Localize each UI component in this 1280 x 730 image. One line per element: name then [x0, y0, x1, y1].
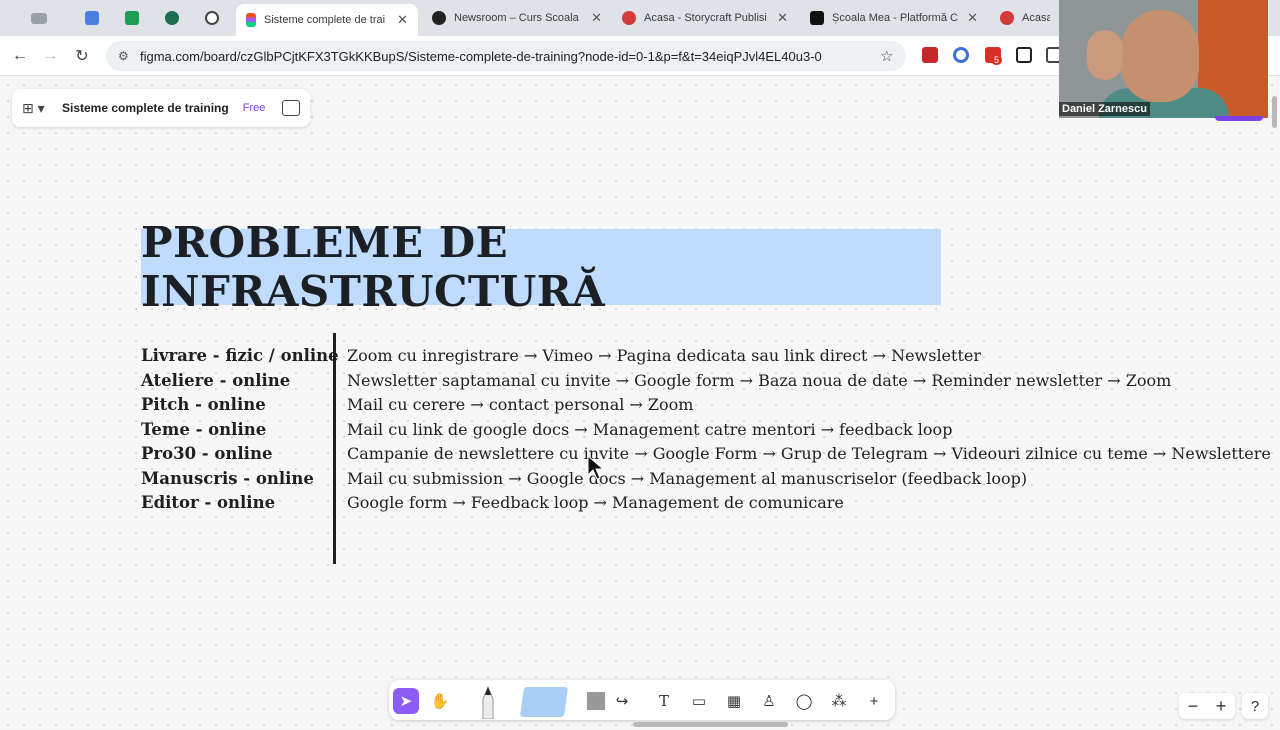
row-label: Editor - online [141, 493, 276, 512]
zoom-controls: − + [1179, 693, 1235, 719]
storycraft-icon [1000, 11, 1014, 25]
extension-icon[interactable] [953, 47, 969, 63]
url-text: figma.com/board/czGlbPCjtKFX3TGkKKBupS/S… [140, 48, 822, 64]
move-tool-icon[interactable]: ➤ [393, 688, 419, 714]
vertical-divider-line[interactable] [333, 333, 336, 564]
pinned-tab-sheets[interactable] [115, 4, 149, 32]
stamp-tool-icon[interactable]: ♙ [756, 688, 782, 714]
pages-panel-icon[interactable] [282, 100, 300, 116]
tab-title: Acasa - [1022, 12, 1050, 24]
file-name[interactable]: Sisteme complete de training [62, 101, 229, 115]
help-icon[interactable]: ? [1242, 693, 1268, 719]
row-flow: Newsletter saptamanal cu invite → Google… [347, 370, 1172, 390]
connector-tool-icon[interactable]: ↪ [609, 688, 635, 714]
close-tab-icon[interactable]: ✕ [397, 12, 408, 28]
zoom-in-icon[interactable]: + [1216, 696, 1227, 717]
hand-tool-icon[interactable]: ✋ [427, 688, 453, 714]
horizontal-scrollbar[interactable] [633, 722, 788, 727]
pinned-tab-chatgpt[interactable] [195, 4, 229, 32]
close-tab-icon[interactable]: ✕ [967, 10, 978, 26]
pinned-tab-app[interactable] [155, 4, 189, 32]
chatgpt-icon [205, 11, 219, 25]
presenter-name: Daniel Zarnescu [1059, 102, 1150, 116]
table-tool-icon[interactable]: ▦ [721, 688, 747, 714]
text-tool-icon[interactable]: T [651, 688, 677, 714]
tab-storycraft[interactable]: Acasa - Storycraft Publisi ✕ [612, 4, 798, 32]
scoala-icon [810, 11, 824, 25]
sheets-icon [125, 11, 139, 25]
row-label: Ateliere - online [141, 370, 291, 390]
row-flow: Mail cu submission → Google docs → Manag… [347, 468, 1028, 488]
storycraft-icon [622, 11, 636, 25]
tab-scoala-mea[interactable]: Școala Mea - Platformă C ✕ [800, 4, 988, 32]
row-flow: Campanie de newslettere cu invite → Goog… [347, 444, 1271, 463]
marker-tool-icon[interactable] [475, 684, 501, 720]
figma-icon [246, 13, 256, 27]
share-button[interactable] [1215, 116, 1263, 121]
vertical-scrollbar[interactable] [1272, 96, 1277, 128]
board-heading: PROBLEME DE INFRASTRUCTURĂ [141, 218, 606, 316]
flow-column[interactable]: Zoom cu inregistrare → Vimeo → Pagina de… [347, 344, 1271, 516]
tab-title: Newsroom – Curs Scoala [454, 12, 579, 24]
reload-icon[interactable]: ↻ [70, 44, 94, 68]
row-flow: Zoom cu inregistrare → Vimeo → Pagina de… [347, 346, 981, 365]
extension-icon[interactable] [922, 47, 938, 63]
plan-badge[interactable]: Free [243, 102, 266, 114]
address-bar[interactable]: ⚙ figma.com/board/czGlbPCjtKFX3TGkKKBupS… [106, 41, 906, 71]
comment-tool-icon[interactable]: ◯ [791, 688, 817, 714]
heading-sticky[interactable]: PROBLEME DE INFRASTRUCTURĂ [141, 218, 941, 316]
figma-menu-icon[interactable]: ⊞ ▾ [22, 100, 52, 117]
bookmark-star-icon[interactable]: ☆ [880, 47, 906, 65]
tab-title: Școala Mea - Platformă C [832, 12, 958, 24]
presenter-face [1121, 10, 1199, 102]
drive-icon [31, 12, 47, 24]
row-label: Pitch - online [141, 395, 266, 414]
category-column[interactable]: Livrare - fizic / online Ateliere - onli… [141, 344, 339, 516]
tab-newsroom[interactable]: Newsroom – Curs Scoala ✕ [422, 4, 612, 32]
docs-icon [85, 11, 99, 25]
figjam-toolbar: ➤ ✋ ↪ T ▭ ▦ ♙ ◯ ⁂ + [389, 680, 895, 720]
tab-figma[interactable]: Sisteme complete de trai ✕ [236, 4, 418, 36]
shape-tool-icon[interactable] [583, 688, 609, 714]
forward-icon[interactable]: → [38, 44, 62, 68]
widgets-tool-icon[interactable]: ⁂ [826, 688, 852, 714]
row-label: Pro30 - online [141, 444, 273, 463]
tab-storycraft-2[interactable]: Acasa - [990, 4, 1060, 32]
close-tab-icon[interactable]: ✕ [777, 10, 788, 26]
notion-extension-icon[interactable] [1016, 47, 1032, 63]
app-icon [165, 11, 179, 25]
site-info-icon[interactable]: ⚙ [118, 49, 132, 63]
row-label: Manuscris - online [141, 468, 314, 488]
row-label: Livrare - fizic / online [141, 346, 339, 365]
row-label: Teme - online [141, 419, 267, 439]
back-icon[interactable]: ← [8, 44, 32, 68]
tab-title: Acasa - Storycraft Publisi [644, 12, 767, 24]
extension-badge: 5 [991, 55, 1003, 65]
close-tab-icon[interactable]: ✕ [591, 10, 602, 26]
more-tools-plus-icon[interactable]: + [861, 688, 887, 714]
pinned-tab-docs[interactable] [75, 4, 109, 32]
newsroom-icon [432, 11, 446, 25]
webcam-overlay: Daniel Zarnescu [1059, 0, 1268, 118]
row-flow: Google form → Feedback loop → Management… [347, 493, 844, 512]
tab-title: Sisteme complete de trai [264, 14, 386, 26]
section-tool-icon[interactable]: ▭ [686, 688, 712, 714]
pinned-tab-drive[interactable] [22, 4, 56, 32]
file-menu-bar: ⊞ ▾ Sisteme complete de training Free [12, 89, 310, 127]
row-flow: Mail cu cerere → contact personal → Zoom [347, 395, 694, 414]
mouse-cursor-icon [587, 455, 605, 480]
zoom-out-icon[interactable]: − [1188, 696, 1199, 717]
sticky-note-tool-icon[interactable] [519, 686, 569, 718]
row-flow: Mail cu link de google docs → Management… [347, 419, 953, 439]
